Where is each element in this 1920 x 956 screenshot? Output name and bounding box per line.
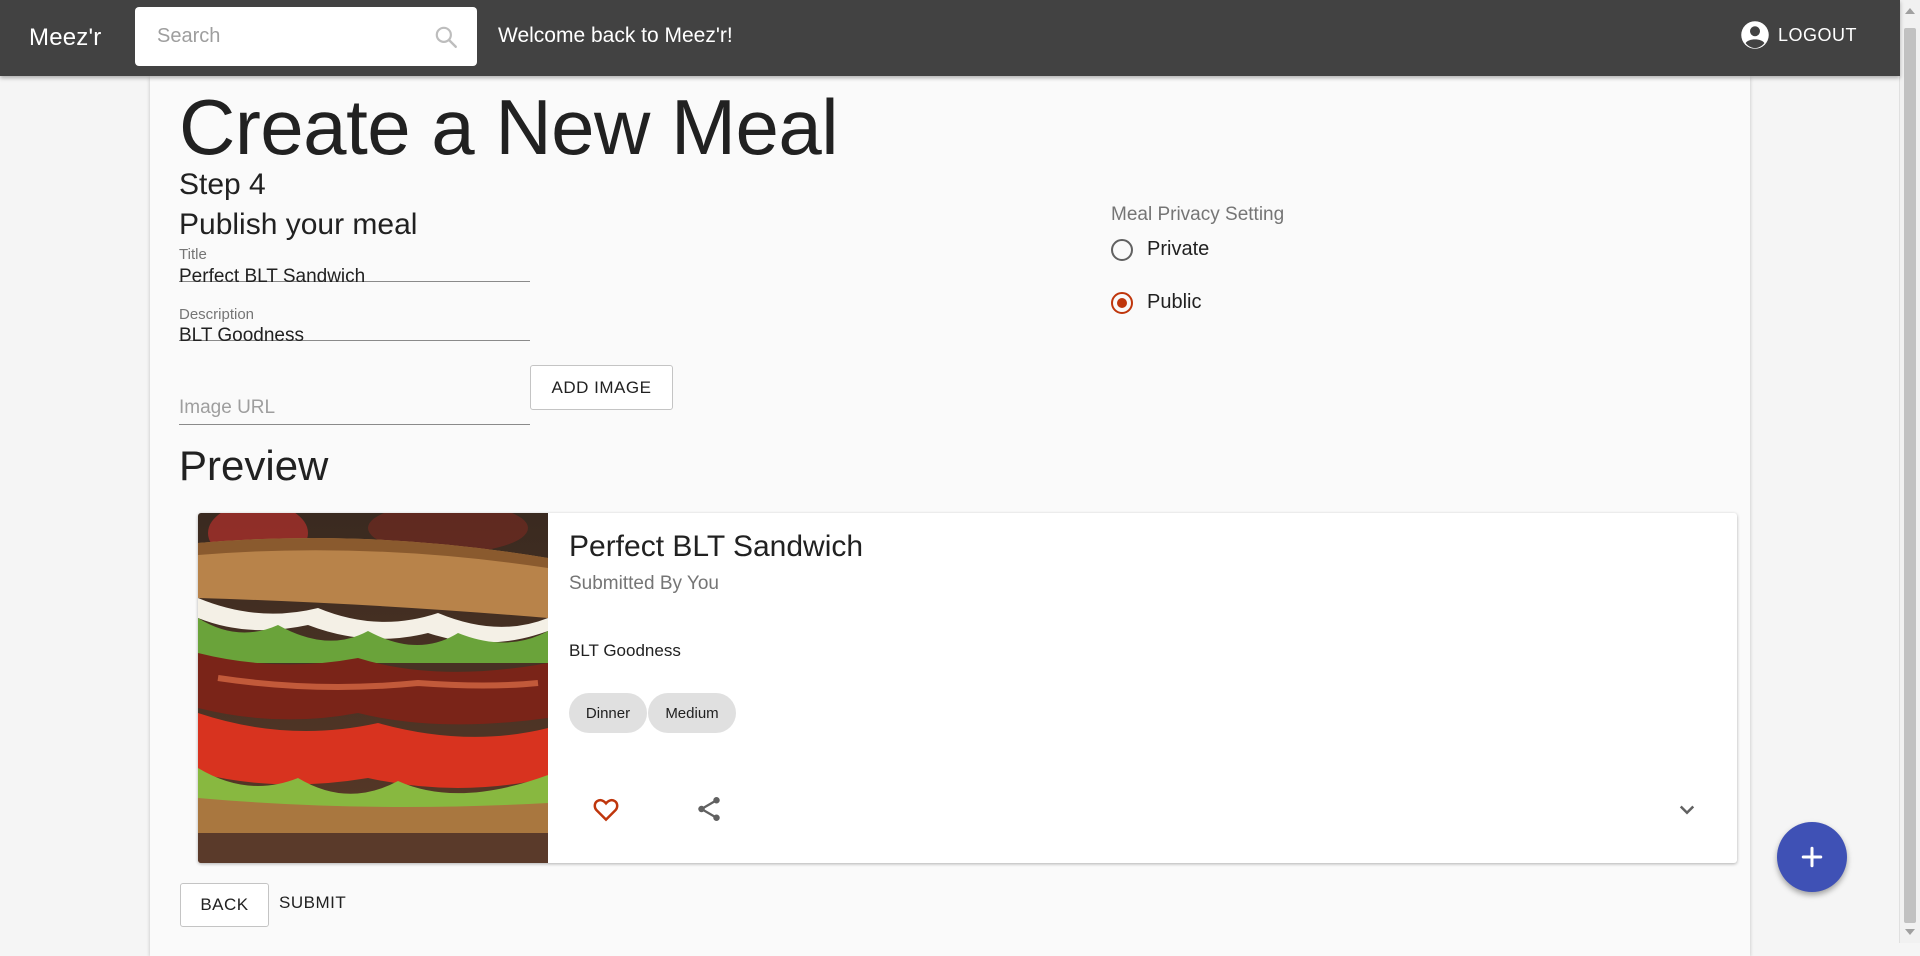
meal-image [198, 513, 548, 863]
description-field-value[interactable]: BLT Goodness [179, 325, 304, 347]
search-icon[interactable] [433, 24, 459, 50]
radio-private[interactable] [1111, 238, 1133, 261]
title-field[interactable]: Title Perfect BLT Sandwich [179, 246, 530, 287]
heart-icon[interactable] [591, 794, 621, 824]
meal-preview-card: Perfect BLT Sandwich Submitted By You BL… [198, 513, 1737, 863]
image-url-field[interactable]: Image URL [179, 390, 530, 425]
chip-medium[interactable]: Medium [648, 693, 736, 733]
description-field-label: Description [179, 306, 255, 323]
app-bar: Meez'r Welcome back to Meez'r! LOGOUT [0, 0, 1900, 76]
page-title: Create a New Meal [179, 83, 839, 171]
preview-heading: Preview [179, 442, 329, 489]
submit-button[interactable]: SUBMIT [279, 893, 346, 913]
step-indicator: Step 4 [179, 168, 266, 201]
chevron-down-icon[interactable] [1672, 794, 1702, 824]
create-meal-panel: Create a New Meal Step 4 Publish your me… [150, 76, 1750, 956]
image-url-placeholder[interactable]: Image URL [179, 397, 275, 419]
brand-logo[interactable]: Meez'r [29, 24, 101, 52]
privacy-option-private[interactable]: Private [1111, 238, 1209, 261]
card-description: BLT Goodness [569, 641, 681, 660]
card-title: Perfect BLT Sandwich [569, 530, 864, 563]
description-field[interactable]: Description BLT Goodness [179, 306, 530, 346]
search-box[interactable] [135, 7, 477, 66]
scroll-down-arrow-icon[interactable] [1905, 929, 1915, 935]
welcome-message: Welcome back to Meez'r! [498, 24, 733, 47]
back-button[interactable]: BACK [180, 883, 269, 927]
privacy-option-public[interactable]: Public [1111, 291, 1201, 314]
share-icon[interactable] [694, 794, 724, 824]
logout-label: LOGOUT [1778, 24, 1858, 45]
radio-public[interactable] [1111, 291, 1133, 314]
radio-private-label: Private [1147, 238, 1210, 260]
page-scrollbar[interactable] [1899, 0, 1920, 943]
add-image-button[interactable]: ADD IMAGE [530, 365, 673, 410]
title-field-label: Title [179, 246, 207, 263]
card-submitted-by: Submitted By You [569, 573, 719, 594]
scroll-up-arrow-icon[interactable] [1905, 8, 1915, 14]
privacy-setting-label: Meal Privacy Setting [1111, 204, 1285, 225]
scrollbar-thumb[interactable] [1904, 28, 1916, 923]
title-field-value[interactable]: Perfect BLT Sandwich [179, 266, 365, 288]
chip-dinner[interactable]: Dinner [569, 693, 647, 733]
logout-button[interactable]: LOGOUT [1740, 20, 1857, 50]
account-circle-icon [1741, 21, 1769, 49]
search-input[interactable] [155, 24, 429, 49]
radio-public-label: Public [1147, 291, 1202, 313]
add-meal-fab[interactable] [1777, 822, 1847, 892]
plus-icon [1801, 846, 1823, 868]
step-subtitle: Publish your meal [179, 208, 418, 241]
